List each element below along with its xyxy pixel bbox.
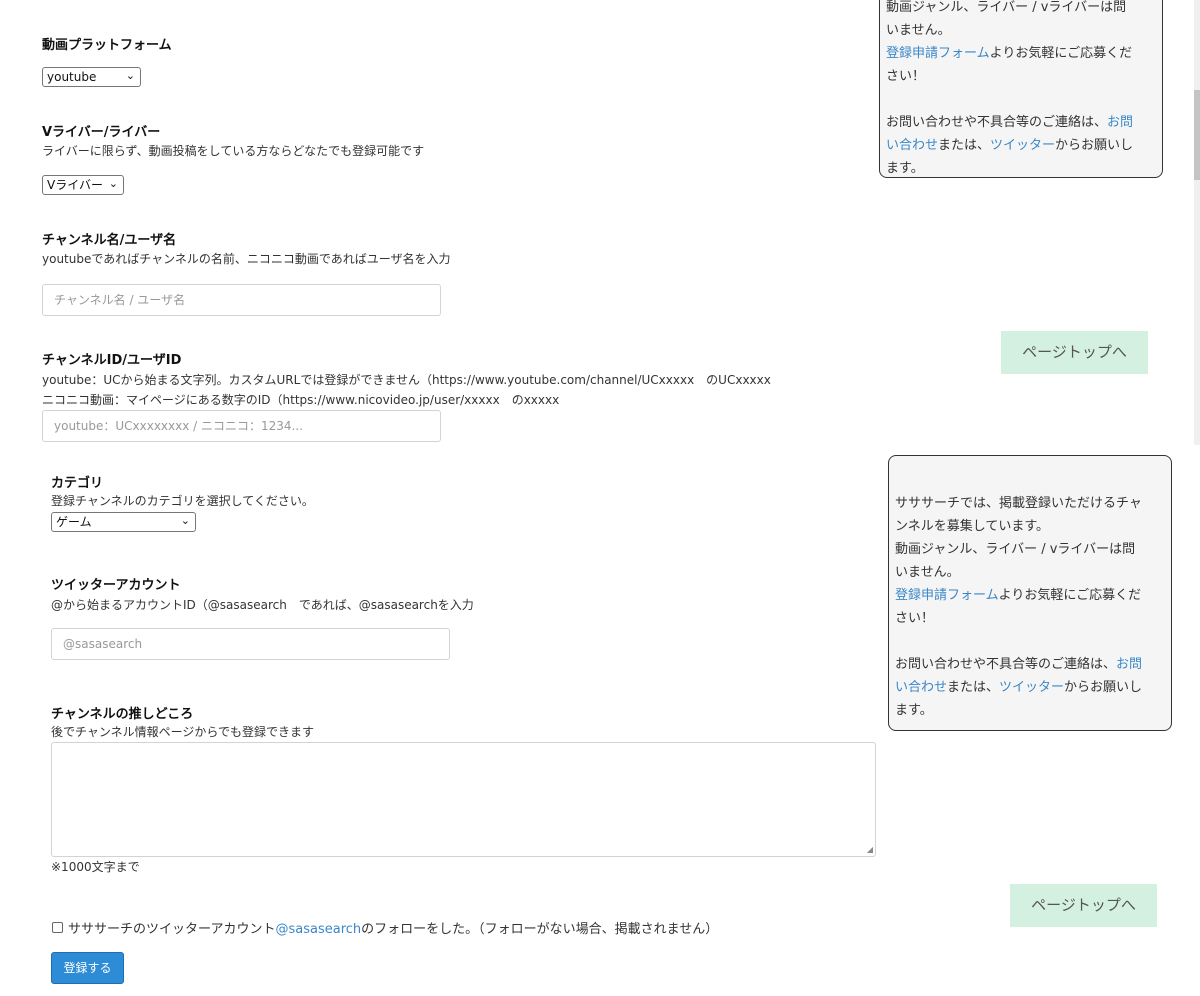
info-top-form-line2: さい！ [886, 69, 926, 84]
info-top-form-text: よりお気軽にご応募くだ [989, 46, 1133, 61]
info-top-end-line: ます。 [886, 161, 924, 176]
info-top-contact-link-a[interactable]: お問 [1107, 115, 1133, 130]
info-bottom-contact-line: お問い合わせや不具合等のご連絡は、お問 [895, 653, 1165, 676]
category-desc: 登録チャンネルのカテゴリを選択してください。 [51, 494, 314, 508]
info-bottom-twitter-link[interactable]: ツイッター [999, 680, 1064, 695]
channel-id-desc-youtube: youtube：UCから始まる文字列。カスタムURLでは登録ができません（htt… [42, 373, 771, 387]
category-select[interactable]: ゲーム ⌄ [51, 512, 196, 532]
info-top-form-line: 登録申請フォームよりお気軽にご応募くだ [886, 42, 1156, 65]
info-top-twitter-link[interactable]: ツイッター [990, 138, 1055, 153]
chevron-down-icon: ⌄ [125, 69, 135, 82]
platform-label: 動画プラットフォーム [42, 38, 172, 53]
twitter-label: ツイッターアカウント [51, 578, 181, 593]
channel-id-desc-nico: ニコニコ動画：マイページにある数字のID（https://www.nicovid… [42, 393, 560, 407]
platform-select[interactable]: youtube ⌄ [42, 67, 141, 87]
appeal-desc: 後でチャンネル情報ページからでも登録できます [51, 725, 315, 739]
page-top-button[interactable]: ページトップへ [1010, 884, 1157, 927]
follow-checkbox-label: サササーチのツイッターアカウント@sasasearchのフォローをした。（フォロ… [68, 918, 718, 937]
submit-button[interactable]: 登録する [51, 952, 124, 984]
liver-type-select-value: Vライバー [47, 178, 103, 192]
category-label: カテゴリ [51, 476, 104, 491]
info-top-end-text: からお願いし [1055, 138, 1134, 153]
info-bottom-contact-link-b[interactable]: い合わせ [895, 680, 947, 695]
info-bottom-form-line: 登録申請フォームよりお気軽にご応募くだ [895, 584, 1165, 607]
channel-name-input[interactable]: チャンネル名 / ユーザ名 [42, 284, 441, 316]
info-top-or-text: または、 [938, 138, 991, 153]
appeal-label: チャンネルの推しどころ [51, 707, 194, 722]
info-bottom-form-text: よりお気軽にご応募くだ [998, 588, 1142, 603]
info-top-contact-line: お問い合わせや不具合等のご連絡は、お問 [886, 111, 1156, 134]
info-bottom-end-line: ます。 [895, 703, 933, 718]
info-bottom-line2: ンネルを募集しています。 [895, 519, 1050, 534]
info-top-contact-link-b[interactable]: い合わせ [886, 138, 938, 153]
info-bottom-contact-link-a[interactable]: お問 [1116, 657, 1142, 672]
info-bottom-contact-text: お問い合わせや不具合等のご連絡は、 [895, 657, 1117, 672]
follow-twitter-link[interactable]: @sasasearch [275, 922, 361, 937]
twitter-desc: @から始まるアカウントID（@sasasearch であれば、@sasasear… [51, 598, 474, 612]
info-bottom-line3: 動画ジャンル、ライバー / vライバーは問 [895, 542, 1136, 557]
chevron-down-icon: ⌄ [108, 177, 118, 190]
channel-name-label: チャンネル名/ユーザ名 [42, 233, 177, 248]
info-top-line-clipped: 動画ジャンル、ライバー / vライバーは問 [886, 0, 1127, 15]
follow-text-before: サササーチのツイッターアカウント [68, 922, 276, 937]
platform-select-value: youtube [47, 70, 97, 84]
twitter-input[interactable]: @sasasearch [51, 628, 450, 660]
info-top-contact-text: お問い合わせや不具合等のご連絡は、 [886, 115, 1108, 130]
info-bottom-line4: いません。 [895, 565, 960, 580]
channel-name-desc: youtubeであればチャンネルの名前、ニコニコ動画であればユーザ名を入力 [42, 252, 451, 266]
info-bottom-form-link[interactable]: 登録申請フォーム [895, 588, 999, 603]
chevron-down-icon: ⌄ [180, 514, 190, 527]
liver-type-select[interactable]: Vライバー ⌄ [42, 175, 124, 195]
resize-handle-icon[interactable]: ◢ [867, 845, 873, 854]
info-box-bottom: サササーチでは、掲載登録いただけるチャ ンネルを募集しています。 動画ジャンル、… [888, 455, 1172, 731]
info-box-top: 動画ジャンル、ライバー / vライバーは問 いません。 登録申請フォームよりお気… [879, 0, 1163, 178]
info-bottom-end-text: からお願いし [1064, 680, 1143, 695]
appeal-limit-note: ※1000文字まで [51, 860, 140, 874]
appeal-textarea[interactable]: ◢ [51, 742, 876, 857]
info-top-contact-line2: い合わせまたは、ツイッターからお願いし [886, 134, 1156, 157]
liver-type-desc: ライバーに限らず、動画投稿をしている方ならどなたでも登録可能です [42, 144, 425, 158]
info-top-line2: いません。 [886, 23, 951, 38]
info-bottom-spacer [895, 630, 1165, 653]
info-bottom-or-text: または、 [947, 680, 1000, 695]
info-bottom-contact-line2: い合わせまたは、ツイッターからお願いし [895, 676, 1165, 699]
scrollbar-track[interactable] [1194, 0, 1200, 445]
info-bottom-form-line2: さい！ [895, 611, 935, 626]
category-select-value: ゲーム [56, 515, 92, 529]
follow-text-after: のフォローをした。（フォローがない場合、掲載されません） [361, 922, 719, 937]
info-top-form-link[interactable]: 登録申請フォーム [886, 46, 990, 61]
channel-id-input[interactable]: youtube：UCxxxxxxxx / ニコニコ：1234... [42, 410, 441, 442]
info-top-spacer [886, 88, 1156, 111]
channel-id-label: チャンネルID/ユーザID [42, 353, 182, 368]
scrollbar-thumb[interactable] [1194, 90, 1200, 180]
liver-type-label: Vライバー/ライバー [42, 125, 161, 140]
info-bottom-line1: サササーチでは、掲載登録いただけるチャ [895, 496, 1142, 511]
follow-checkbox[interactable] [52, 922, 63, 933]
page-top-button[interactable]: ページトップへ [1001, 331, 1148, 374]
